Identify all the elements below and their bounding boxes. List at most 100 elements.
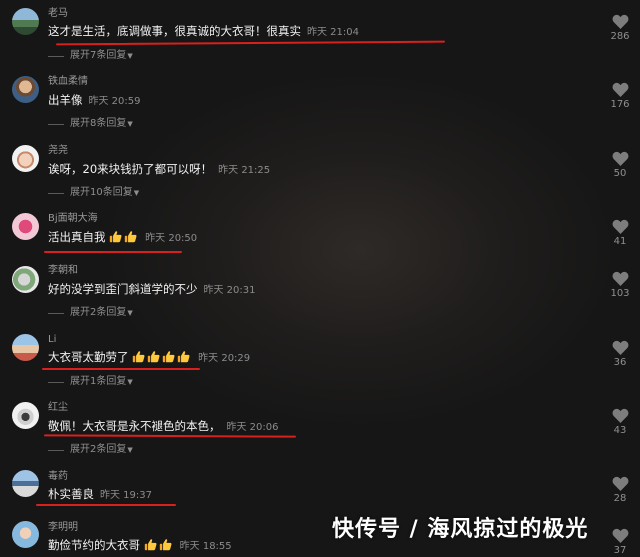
like-button[interactable]: 286	[608, 14, 632, 43]
reply-divider	[48, 124, 64, 125]
thumbs-up-emoji-icon	[144, 539, 157, 551]
red-underline-mark	[43, 434, 297, 438]
avatar[interactable]	[12, 266, 39, 293]
reply-divider	[48, 382, 64, 383]
comment-list[interactable]: 老马 这才是生活，底调做事，很真诚的大衣哥！很真实 昨天 21:04 展开7条回复…	[0, 0, 640, 556]
comment-body: 勤俭节约的大衣哥	[48, 538, 140, 552]
comment-username[interactable]: 毒药	[48, 471, 68, 483]
comment-text: 这才是生活，底调做事，很真诚的大衣哥！很真实 昨天 21:04	[48, 23, 359, 41]
reply-divider	[48, 450, 64, 451]
triangle-down-icon: ▼	[127, 446, 133, 454]
expand-replies-button[interactable]: 展开2条回复▼	[70, 307, 133, 319]
expand-replies-button[interactable]: 展开2条回复▼	[70, 444, 133, 456]
like-button[interactable]: 43	[608, 408, 632, 437]
like-button[interactable]: 37	[608, 528, 632, 557]
heart-icon	[612, 340, 628, 355]
like-count: 103	[610, 288, 630, 299]
comment-text: 出羊像 昨天 20:59	[48, 92, 141, 110]
comment-username[interactable]: 尧尧	[48, 145, 68, 157]
like-button[interactable]: 41	[608, 219, 632, 248]
thumbs-up-emoji-icon	[124, 231, 137, 243]
expand-replies-button[interactable]: 展开8条回复▼	[70, 118, 133, 130]
comment-text: 活出真自我 昨天 20:50	[48, 229, 197, 247]
comment-time: 昨天 20:29	[198, 353, 251, 364]
comment-body: 大衣哥太勤劳了	[48, 350, 129, 364]
heart-icon	[612, 271, 628, 286]
comment-text: 好的没学到歪门斜道学的不少 昨天 20:31	[48, 281, 256, 299]
comment-username[interactable]: Li	[48, 334, 56, 346]
comment-time: 昨天 20:06	[226, 422, 279, 433]
expand-replies-button[interactable]: 展开1条回复▼	[70, 376, 133, 388]
comment-body: 出羊像	[48, 93, 83, 107]
like-count: 50	[613, 168, 627, 179]
like-button[interactable]: 50	[608, 151, 632, 180]
comment-time: 昨天 20:50	[145, 233, 198, 244]
comment-time: 昨天 18:55	[179, 541, 232, 552]
triangle-down-icon: ▼	[127, 378, 133, 386]
comment-username[interactable]: 李明明	[48, 522, 78, 534]
like-count: 43	[613, 425, 627, 436]
comment-body: 好的没学到歪门斜道学的不少	[48, 282, 198, 296]
like-count: 37	[613, 545, 627, 556]
heart-icon	[612, 476, 628, 491]
comment-body: 这才是生活，底调做事，很真诚的大衣哥！很真实	[48, 24, 301, 38]
thumbs-up-emoji-icon	[132, 351, 145, 363]
avatar[interactable]	[12, 470, 39, 497]
like-count: 28	[613, 493, 627, 504]
like-button[interactable]: 103	[608, 271, 632, 300]
comment-body: 活出真自我	[48, 230, 106, 244]
comment-time: 昨天 21:04	[307, 27, 359, 38]
comment-text: 大衣哥太勤劳了 昨天 20:29	[48, 349, 250, 367]
like-count: 36	[613, 357, 627, 368]
triangle-down-icon: ▼	[127, 120, 133, 128]
like-count: 286	[610, 31, 630, 42]
heart-icon	[612, 151, 628, 166]
comment-body: 朴实善良	[48, 487, 94, 501]
triangle-down-icon: ▼	[133, 189, 140, 197]
comment-username[interactable]: 老马	[48, 8, 68, 20]
thumbs-up-emoji-icon	[162, 351, 175, 363]
like-count: 176	[610, 99, 630, 110]
like-button[interactable]: 176	[608, 82, 632, 111]
avatar[interactable]	[12, 8, 39, 35]
comment-text: 诶呀，20来块钱扔了都可以呀！ 昨天 21:25	[48, 161, 270, 179]
comment-time: 昨天 20:59	[88, 96, 141, 107]
avatar[interactable]	[12, 145, 39, 172]
heart-icon	[612, 219, 628, 234]
heart-icon	[612, 14, 628, 29]
avatar[interactable]	[12, 402, 39, 429]
comment-username[interactable]: 李朝和	[48, 265, 78, 277]
comment-username[interactable]: 红尘	[48, 402, 68, 414]
heart-icon	[612, 528, 628, 543]
avatar[interactable]	[12, 521, 39, 548]
reply-divider	[48, 313, 64, 314]
expand-replies-button[interactable]: 展开7条回复▼	[70, 50, 133, 62]
like-button[interactable]: 28	[608, 476, 632, 505]
comment-text: 敬佩！大衣哥是永不褪色的本色， 昨天 20:06	[48, 418, 279, 436]
reply-divider	[48, 193, 64, 194]
heart-icon	[612, 408, 628, 423]
comment-username[interactable]: Bj面朝大海	[48, 213, 98, 225]
triangle-down-icon: ▼	[127, 309, 133, 317]
comment-username[interactable]: 铁血柔情	[48, 76, 88, 88]
thumbs-up-emoji-icon	[159, 539, 172, 551]
avatar[interactable]	[12, 213, 39, 240]
red-underline-mark	[42, 368, 200, 370]
reply-divider	[48, 56, 64, 57]
thumbs-up-emoji-icon	[147, 351, 160, 363]
thumbs-up-emoji-icon	[177, 351, 190, 363]
like-button[interactable]: 36	[608, 340, 632, 369]
avatar[interactable]	[12, 334, 39, 361]
triangle-down-icon: ▼	[127, 52, 133, 60]
expand-replies-button[interactable]: 展开10条回复▼	[70, 187, 139, 199]
red-underline-mark	[44, 251, 182, 253]
comment-time: 昨天 20:31	[203, 285, 256, 296]
comment-text: 勤俭节约的大衣哥 昨天 18:55	[48, 537, 232, 555]
comment-time: 昨天 21:25	[218, 165, 271, 176]
comment-body: 敬佩！大衣哥是永不褪色的本色，	[48, 419, 221, 433]
comment-time: 昨天 19:37	[100, 490, 152, 501]
avatar[interactable]	[12, 76, 39, 103]
red-underline-mark	[55, 40, 446, 46]
thumbs-up-emoji-icon	[109, 231, 122, 243]
watermark-text: 快传号 / 海风掠过的极光	[332, 517, 589, 542]
